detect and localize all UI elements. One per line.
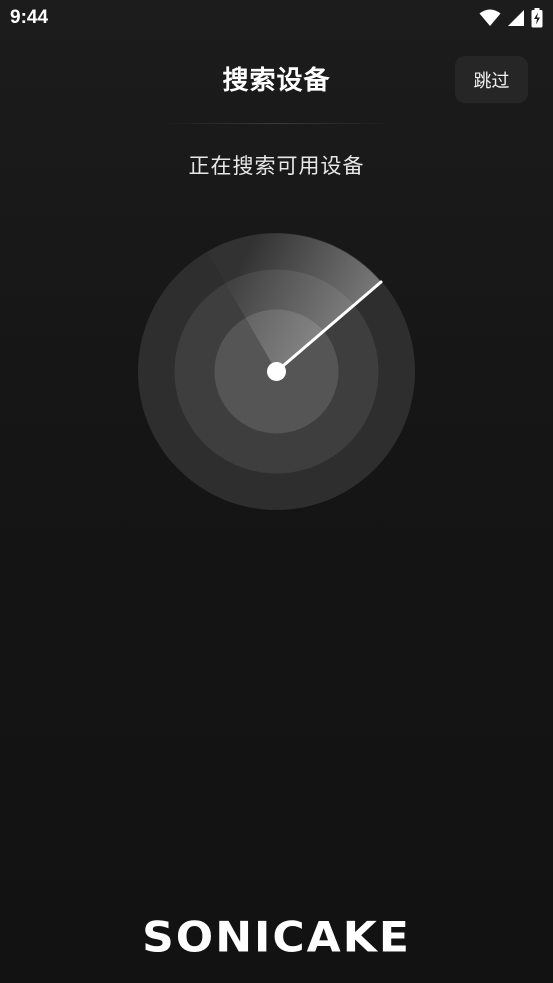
cellular-signal-icon [507,9,525,31]
brand-logo: SONICAKE [142,913,411,962]
radar-scanner [138,233,415,510]
header-divider [160,123,393,124]
skip-button[interactable]: 跳过 [455,56,528,103]
battery-charging-icon [531,8,543,32]
status-time: 9:44 [10,7,49,28]
status-icons [479,8,543,32]
device-search-screen: 9:44 搜索设备 跳过 正在搜索可用设备 SONICAKE [0,0,553,983]
search-status-text: 正在搜索可用设备 [188,154,365,178]
radar-center-dot [267,362,286,381]
status-bar: 9:44 [0,0,553,38]
wifi-icon [479,9,501,31]
